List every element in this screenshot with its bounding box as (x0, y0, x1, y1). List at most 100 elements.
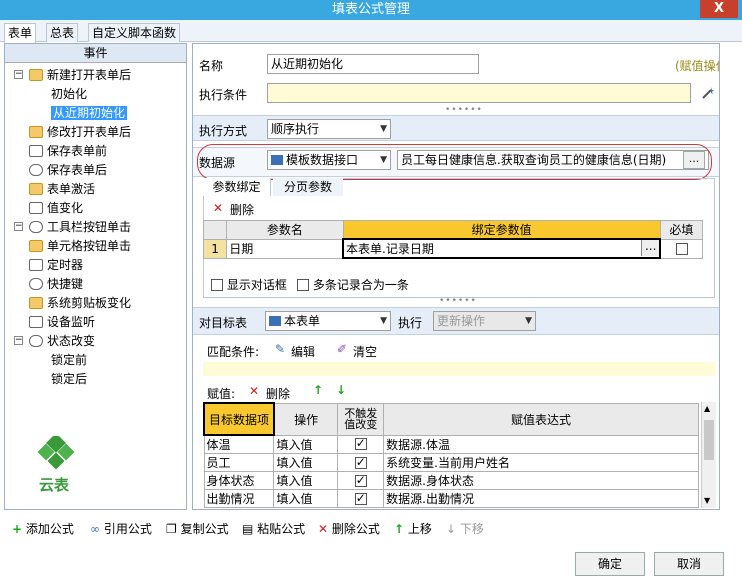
tree-item[interactable]: 系统剪贴板变化 (29, 294, 131, 312)
assign-expr-cell[interactable]: 系统变量.当前用户姓名 (383, 453, 699, 472)
tree-item[interactable]: 保存表单后 (29, 161, 107, 179)
tree-item[interactable]: 修改打开表单后 (29, 123, 131, 141)
tab-form[interactable]: 表单 (4, 23, 37, 43)
expand-toggle-icon[interactable]: − (14, 70, 23, 79)
close-icon[interactable]: ✕ (213, 201, 223, 215)
name-input[interactable]: 从近期初始化 (267, 54, 479, 74)
row-index: 1 (202, 238, 228, 259)
arrow-up-icon[interactable]: ↑ (313, 383, 323, 397)
assign-target-cell[interactable]: 体温 (203, 434, 275, 454)
tree-item[interactable]: 定时器 (29, 256, 83, 274)
param-name-cell[interactable]: 日期 (226, 238, 344, 259)
nochange-checkbox[interactable] (354, 473, 367, 487)
add-formula-button[interactable]: + 添加公式 (12, 520, 74, 538)
assign-target-cell[interactable]: 身体状态 (203, 471, 275, 490)
close-button[interactable]: X (700, 0, 738, 18)
param-required-cell[interactable] (659, 238, 704, 259)
magic-wand-icon[interactable] (701, 86, 715, 100)
mode-select[interactable]: 顺序执行 ▼ (267, 119, 391, 139)
show-dialog-option[interactable]: 显示对话框 (211, 276, 287, 293)
merge-records-checkbox[interactable] (297, 279, 309, 291)
assign-expr-cell[interactable]: 数据源.体温 (383, 434, 699, 454)
scrollbar-thumb[interactable] (704, 420, 714, 460)
target-select[interactable]: 本表单 ▼ (265, 311, 391, 331)
edit-button[interactable]: 编辑 (291, 343, 315, 360)
eraser-icon[interactable]: ✐ (337, 342, 347, 356)
nochange-checkbox[interactable] (354, 436, 367, 451)
ok-button[interactable]: 确定 (575, 552, 645, 576)
assign-op-link[interactable]: (赋值操作) (675, 57, 719, 74)
table-row[interactable]: 出勤情况填入值 数据源.出勤情况 (203, 489, 699, 508)
param-value-cell[interactable]: 本表单.记录日期... (342, 238, 662, 259)
assign-nochange-cell[interactable] (337, 471, 385, 490)
cancel-button[interactable]: 取消 (654, 552, 724, 576)
expand-toggle-icon[interactable]: − (14, 336, 23, 345)
match-condition-field[interactable] (203, 362, 715, 376)
show-dialog-checkbox[interactable] (211, 279, 223, 291)
tab-summary[interactable]: 总表 (46, 23, 79, 42)
paste-formula-button[interactable]: ▤ 粘贴公式 (242, 520, 305, 538)
ref-formula-button[interactable]: ∞ 引用公式 (90, 520, 152, 538)
condition-input[interactable] (267, 83, 691, 103)
expand-toggle-icon[interactable]: − (14, 222, 23, 231)
assign-op-cell[interactable]: 填入值 (273, 471, 339, 490)
exec-select[interactable]: 更新操作 ▼ (433, 311, 536, 331)
nochange-checkbox[interactable] (354, 455, 367, 469)
assign-op-cell[interactable]: 填入值 (273, 453, 339, 472)
assign-target-cell[interactable]: 员工 (203, 453, 275, 472)
tab-param-binding[interactable]: 参数绑定 (203, 178, 271, 196)
table-row[interactable]: 体温填入值 数据源.体温 (203, 434, 699, 454)
assign-nochange-cell[interactable] (337, 489, 385, 508)
required-checkbox[interactable] (675, 242, 688, 255)
assign-nochange-cell[interactable] (337, 434, 385, 454)
tree-item[interactable]: 锁定前 (51, 351, 87, 369)
arrow-up-icon: ↑ (394, 522, 405, 536)
move-down-button[interactable]: ↓ 下移 (446, 520, 484, 538)
arrow-down-icon[interactable]: ↓ (336, 383, 346, 397)
table-row[interactable]: 身体状态填入值 数据源.身体状态 (203, 471, 699, 490)
assign-delete-button[interactable]: 删除 (266, 385, 290, 402)
delete-formula-button[interactable]: ✕ 删除公式 (318, 520, 380, 538)
tree-item[interactable]: 单元格按钮单击 (29, 237, 131, 255)
tree-item[interactable]: 保存表单前 (29, 142, 107, 160)
tree-item[interactable]: 初始化 (51, 85, 87, 103)
tree-item[interactable]: 状态改变 (29, 332, 95, 350)
close-icon: ✕ (318, 522, 329, 536)
table-row[interactable]: 员工填入值 系统变量.当前用户姓名 (203, 453, 699, 472)
move-up-button[interactable]: ↑ 上移 (394, 520, 432, 538)
tree-item[interactable]: 锁定后 (51, 370, 87, 388)
chevron-up-icon[interactable]: ▲ (704, 404, 710, 413)
splitter-grip[interactable]: •••••• (445, 105, 483, 115)
tree-item-label: 快捷键 (47, 277, 84, 291)
assign-nochange-cell[interactable] (337, 453, 385, 472)
param-browse-button[interactable]: ... (641, 240, 660, 256)
assign-scrollbar[interactable]: ▲ ▼ (701, 402, 716, 508)
tree-item[interactable]: 新建打开表单后 (29, 66, 131, 84)
tree-item[interactable]: 快捷键 (29, 275, 83, 293)
splitter-grip[interactable]: •••••• (439, 296, 477, 306)
close-icon[interactable]: ✕ (249, 384, 259, 398)
clear-button[interactable]: 清空 (353, 343, 377, 360)
tree-item[interactable]: 从近期初始化 (51, 104, 128, 122)
param-table: 参数名 绑定参数值 必填 1 日期 本表单.记录日期... (202, 220, 704, 259)
tree-item[interactable]: 工具栏按钮单击 (29, 218, 131, 236)
tree-item-label: 锁定前 (51, 353, 88, 367)
tab-paging-param[interactable]: 分页参数 (273, 178, 343, 196)
assign-expr-cell[interactable]: 数据源.出勤情况 (383, 489, 699, 508)
nochange-checkbox[interactable] (354, 491, 367, 505)
copy-formula-button[interactable]: ❐ 复制公式 (166, 520, 229, 538)
tree-item[interactable]: 值变化 (29, 199, 83, 217)
tree-item-label: 初始化 (51, 87, 88, 101)
tree-item[interactable]: 表单激活 (29, 180, 95, 198)
assign-op-cell[interactable]: 填入值 (273, 434, 339, 454)
tab-custom-script[interactable]: 自定义脚本函数 (88, 23, 181, 42)
table-row[interactable]: 1 日期 本表单.记录日期... (202, 238, 704, 259)
pencil-icon[interactable]: ✎ (275, 342, 285, 356)
tree-item[interactable]: 设备监听 (29, 313, 95, 331)
assign-target-cell[interactable]: 出勤情况 (203, 489, 275, 508)
assign-expr-cell[interactable]: 数据源.身体状态 (383, 471, 699, 490)
assign-op-cell[interactable]: 填入值 (273, 489, 339, 508)
merge-records-option[interactable]: 多条记录合为一条 (297, 276, 409, 293)
chevron-down-icon[interactable]: ▼ (704, 496, 710, 505)
param-delete-button[interactable]: 删除 (230, 201, 254, 218)
